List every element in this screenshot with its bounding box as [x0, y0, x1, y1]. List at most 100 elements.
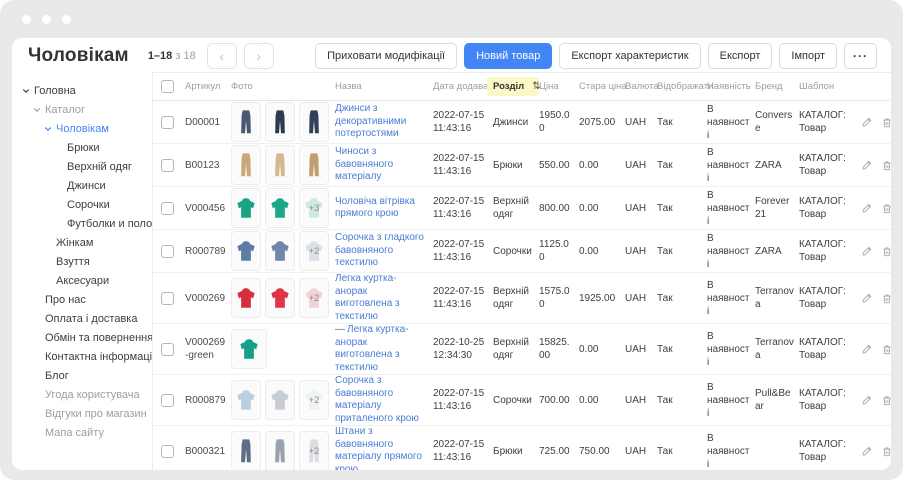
row-checkbox[interactable] — [161, 394, 174, 407]
export-button[interactable]: Експорт — [708, 43, 773, 69]
delete-icon[interactable] — [881, 202, 891, 215]
product-photo[interactable] — [265, 380, 295, 420]
product-photo[interactable] — [299, 145, 329, 185]
column-header-name[interactable]: Назва — [335, 81, 433, 92]
sidebar-item[interactable]: Угода користувача — [12, 385, 152, 404]
edit-icon[interactable] — [861, 394, 873, 406]
column-header-brand[interactable]: Бренд — [755, 81, 799, 92]
product-template: КАТАЛОГ: Товар — [799, 238, 857, 264]
row-checkbox[interactable] — [161, 116, 174, 129]
row-checkbox[interactable] — [161, 343, 174, 356]
product-name-link[interactable]: Джинси з декоративними потертостями — [335, 103, 406, 139]
product-photo[interactable] — [299, 102, 329, 142]
sidebar-item[interactable]: Верхній одяг — [12, 157, 152, 176]
product-photo[interactable] — [231, 145, 261, 185]
sidebar-item[interactable]: Чоловікам — [12, 119, 152, 138]
window-dot-icon — [22, 15, 31, 24]
row-checkbox[interactable] — [161, 245, 174, 258]
product-name-link[interactable]: Чиноси з бавовняного матеріалу — [335, 146, 393, 182]
product-name-link[interactable]: Легка куртка-анорак виготовлена з тексти… — [335, 324, 409, 373]
column-header-photo[interactable]: Фото — [231, 81, 335, 92]
column-header-artikul[interactable]: Артикул — [185, 81, 231, 92]
edit-icon[interactable] — [861, 245, 873, 257]
product-currency: UAH — [625, 159, 657, 172]
product-photo[interactable] — [265, 102, 295, 142]
page-header: Чоловікам 1–18 з 18 ‹ › Приховати модифі… — [12, 38, 891, 72]
sidebar-item[interactable]: Відгуки про магазин — [12, 404, 152, 423]
product-photo[interactable]: +2 — [299, 431, 329, 470]
product-price: 800.00 — [539, 202, 579, 215]
sidebar-item[interactable]: Обмін та повернення — [12, 328, 152, 347]
product-photo[interactable] — [265, 145, 295, 185]
delete-icon[interactable] — [881, 159, 891, 172]
product-name-link[interactable]: Сорочка з бавовняного матеріалу притален… — [335, 375, 419, 424]
edit-icon[interactable] — [861, 445, 873, 457]
product-photo[interactable] — [265, 231, 295, 271]
product-photo[interactable] — [265, 278, 295, 318]
product-photo[interactable]: +2 — [299, 231, 329, 271]
delete-icon[interactable] — [881, 394, 891, 407]
product-name-link[interactable]: Легка куртка-анорак виготовлена з тексти… — [335, 273, 400, 322]
product-photo[interactable] — [231, 431, 261, 470]
sidebar-item[interactable]: Блог — [12, 366, 152, 385]
sidebar-item[interactable]: Аксесуари — [12, 271, 152, 290]
column-header-template[interactable]: Шаблон — [799, 81, 857, 92]
product-photo[interactable] — [231, 380, 261, 420]
prev-page-button[interactable]: ‹ — [207, 43, 237, 69]
column-header-price[interactable]: Ціна — [539, 81, 579, 92]
sidebar-item[interactable]: Каталог — [12, 100, 152, 119]
more-actions-button[interactable]: ··· — [844, 43, 877, 69]
sidebar-item[interactable]: Контактна інформація — [12, 347, 152, 366]
product-photo[interactable]: +3 — [299, 188, 329, 228]
product-brand: Forever 21 — [755, 195, 799, 221]
product-photo[interactable] — [231, 102, 261, 142]
column-header-currency[interactable]: Валюта — [625, 81, 657, 92]
product-photo[interactable] — [231, 278, 261, 318]
product-photo[interactable] — [265, 431, 295, 470]
delete-icon[interactable] — [881, 245, 891, 258]
delete-icon[interactable] — [881, 445, 891, 458]
next-page-button[interactable]: › — [244, 43, 274, 69]
edit-icon[interactable] — [861, 159, 873, 171]
row-checkbox[interactable] — [161, 445, 174, 458]
row-checkbox[interactable] — [161, 202, 174, 215]
row-checkbox[interactable] — [161, 159, 174, 172]
column-header-section[interactable]: Розділ⇅ — [487, 77, 539, 96]
sidebar-item[interactable]: Мапа сайту — [12, 423, 152, 442]
sidebar-item[interactable]: Про нас — [12, 290, 152, 309]
sidebar-item[interactable]: Головна — [12, 81, 152, 100]
column-header-availability[interactable]: Наявність — [707, 81, 755, 92]
product-name-link[interactable]: Сорочка з гладкого бавовняного текстилю — [335, 232, 424, 268]
edit-icon[interactable] — [861, 202, 873, 214]
product-photo[interactable] — [231, 188, 261, 228]
delete-icon[interactable] — [881, 116, 891, 129]
edit-icon[interactable] — [861, 292, 873, 304]
sidebar-item[interactable]: Джинси — [12, 176, 152, 195]
product-photo[interactable]: +2 — [299, 380, 329, 420]
product-photo[interactable] — [231, 231, 261, 271]
product-photo[interactable]: +2 — [299, 278, 329, 318]
sidebar-item[interactable]: Жінкам — [12, 233, 152, 252]
select-all-checkbox[interactable] — [161, 80, 174, 93]
sidebar-item[interactable]: Взуття — [12, 252, 152, 271]
column-header-old_price[interactable]: Стара ціна — [579, 81, 625, 92]
product-photo[interactable] — [265, 188, 295, 228]
product-name-link[interactable]: Чоловіча вітрівка прямого крою — [335, 196, 415, 220]
column-header-date[interactable]: Дата додавання — [433, 81, 493, 92]
sidebar-item[interactable]: Сорочки — [12, 195, 152, 214]
product-name-link[interactable]: Штани з бавовняного матеріалу прямого кр… — [335, 426, 422, 470]
export-characteristics-button[interactable]: Експорт характеристик — [559, 43, 700, 69]
import-button[interactable]: Імпорт — [779, 43, 837, 69]
sidebar-item[interactable]: Оплата і доставка — [12, 309, 152, 328]
new-product-button[interactable]: Новий товар — [464, 43, 552, 69]
hide-modifications-button[interactable]: Приховати модифікації — [315, 43, 457, 69]
product-photo[interactable] — [231, 329, 267, 369]
sidebar-item[interactable]: Футболки и поло — [12, 214, 152, 233]
sidebar-item[interactable]: Брюки — [12, 138, 152, 157]
delete-icon[interactable] — [881, 343, 891, 356]
row-checkbox[interactable] — [161, 292, 174, 305]
edit-icon[interactable] — [861, 116, 873, 128]
column-header-display[interactable]: Відображати — [657, 81, 707, 92]
edit-icon[interactable] — [861, 343, 873, 355]
delete-icon[interactable] — [881, 292, 891, 305]
